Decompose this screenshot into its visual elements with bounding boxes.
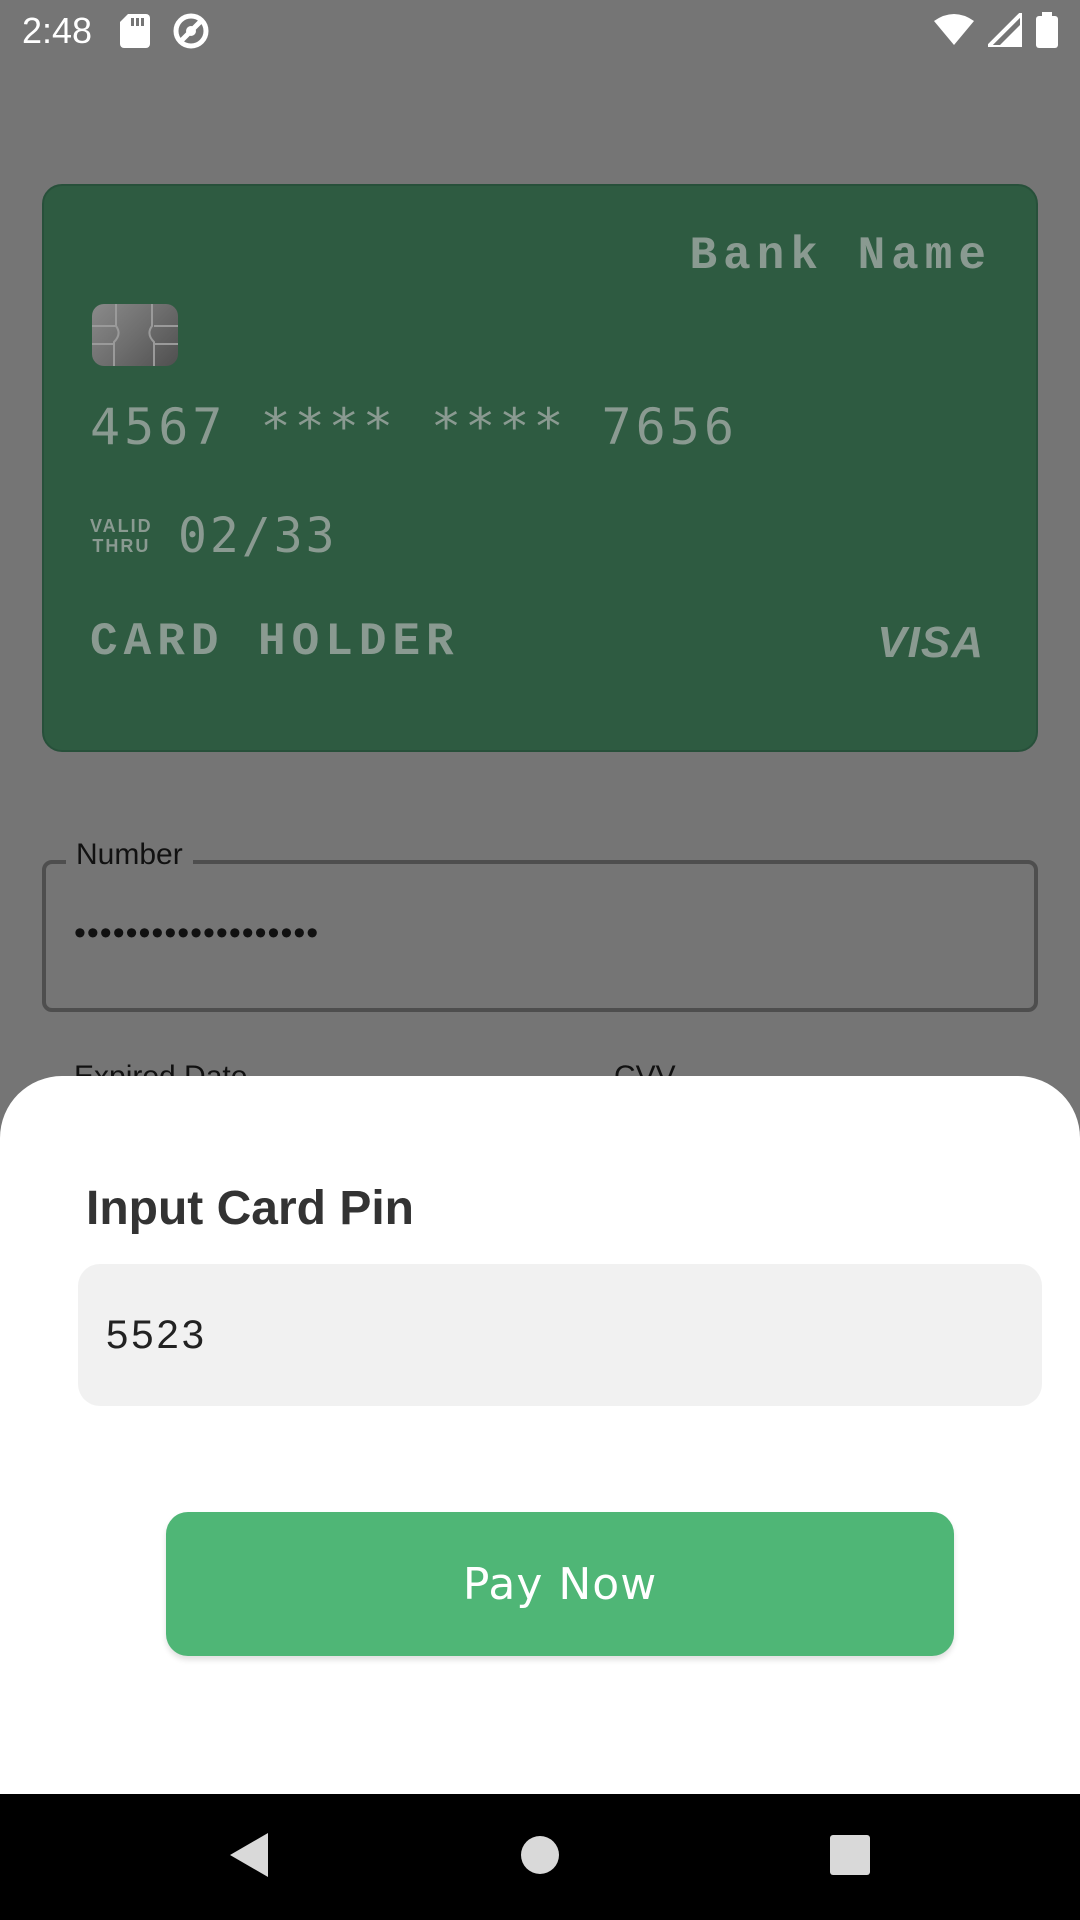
valid-label-line2: THRU (92, 536, 151, 556)
back-button[interactable] (200, 1794, 300, 1920)
valid-thru-label: VALID THRU (90, 516, 153, 556)
signal-icon (983, 8, 1024, 52)
number-label: Number (66, 838, 193, 872)
sd-card-icon (120, 14, 150, 53)
pin-input[interactable] (78, 1264, 1042, 1406)
number-field[interactable]: Number ••••••••••••••••••• (42, 838, 1038, 1012)
navigation-bar (0, 1794, 1080, 1920)
home-button[interactable] (490, 1794, 590, 1920)
recents-icon (830, 1834, 870, 1880)
home-icon (520, 1835, 560, 1880)
status-right-icons (934, 8, 1058, 53)
vpn-key-icon (172, 12, 210, 55)
pin-bottom-sheet: Input Card Pin Pay Now (0, 1076, 1080, 1794)
status-left-icons (120, 12, 210, 55)
pay-now-button[interactable]: Pay Now (166, 1512, 954, 1656)
recents-button[interactable] (800, 1794, 900, 1920)
card-holder: CARD HOLDER (90, 616, 460, 668)
card-number: 4567 **** **** 7656 (90, 398, 738, 456)
battery-icon (1036, 12, 1058, 53)
number-value: ••••••••••••••••••• (74, 914, 320, 952)
sheet-title: Input Card Pin (86, 1182, 414, 1235)
status-bar: 2:48 (0, 0, 1080, 64)
card-brand-logo: VISA (877, 618, 984, 667)
status-time: 2:48 (22, 10, 93, 51)
wifi-icon (934, 13, 974, 52)
back-icon (228, 1831, 272, 1884)
valid-label-line1: VALID (90, 516, 153, 536)
card-expiry: 02/33 (178, 508, 338, 564)
card-chip-icon (92, 304, 178, 366)
credit-card: Bank Name 4567 **** **** 7656 VALID THRU… (42, 184, 1038, 752)
bank-name: Bank Name (689, 230, 992, 282)
